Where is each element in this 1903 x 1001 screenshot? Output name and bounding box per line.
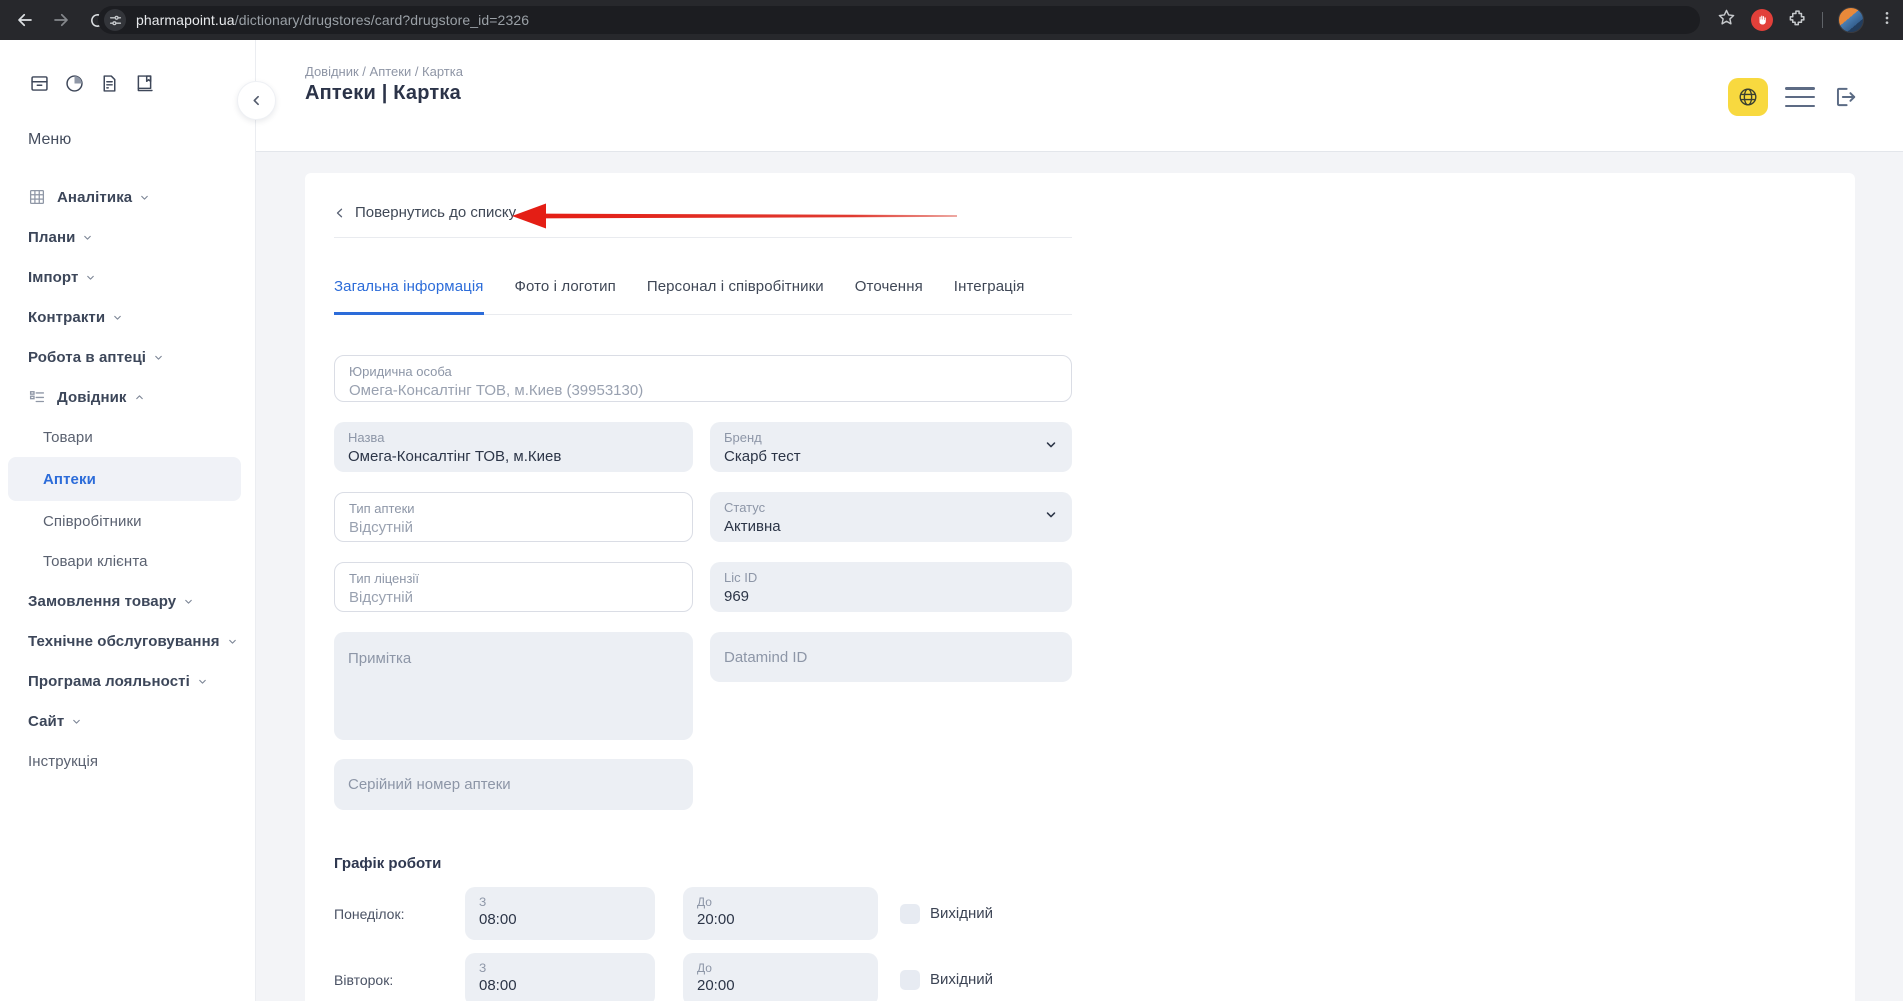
sidebar-item-site[interactable]: Сайт [0, 701, 255, 741]
tab-integration[interactable]: Інтеграція [954, 278, 1025, 314]
chevron-down-icon [153, 352, 164, 363]
hamburger-menu-icon[interactable] [1785, 87, 1815, 107]
browser-profile-avatar[interactable] [1838, 7, 1864, 33]
sidebar-item-pharmacies[interactable]: Аптеки [8, 457, 241, 501]
back-to-list-link[interactable]: Повернутись до списку [334, 204, 554, 221]
tab-general-info[interactable]: Загальна інформація [334, 278, 484, 315]
monday-weekend-checkbox[interactable] [900, 904, 920, 924]
schedule-row-monday: Понеділок: З 08:00 До 20:00 Вихідний [334, 887, 1072, 940]
sidebar-item-pharmacy-work[interactable]: Робота в аптеці [0, 337, 255, 377]
bookmark-star-icon[interactable] [1717, 8, 1736, 32]
logout-icon[interactable] [1832, 84, 1858, 110]
chevron-down-icon [82, 232, 93, 243]
tab-environment[interactable]: Оточення [855, 278, 923, 314]
lic-id-field[interactable]: Lic ID 969 [710, 562, 1072, 612]
datamind-id-field[interactable]: Datamind ID [710, 632, 1072, 682]
main-area: Довідник / Аптеки / Картка Аптеки | Карт… [256, 40, 1903, 1001]
chevron-down-icon [1044, 438, 1058, 457]
tuesday-from-input[interactable]: З 08:00 [465, 953, 655, 1001]
tuesday-to-input[interactable]: До 20:00 [683, 953, 878, 1001]
chevron-left-icon [334, 207, 346, 219]
toolbar-separator [1822, 12, 1823, 28]
pie-chart-icon[interactable] [64, 73, 85, 94]
chevron-down-icon [85, 272, 96, 283]
sidebar-collapse-button[interactable] [237, 81, 276, 120]
sidebar-item-client-products[interactable]: Товари клієнта [0, 541, 255, 581]
menu-title: Меню [28, 131, 71, 149]
browser-toolbar: pharmapoint.ua/dictionary/drugstores/car… [0, 0, 1903, 40]
divider [334, 237, 1072, 238]
name-field[interactable]: Назва Омега-Консалтінг ТОВ, м.Киев [334, 422, 693, 472]
chevron-down-icon [71, 716, 82, 727]
chevron-down-icon [183, 596, 194, 607]
page-title: Аптеки | Картка [305, 82, 461, 105]
tab-personnel[interactable]: Персонал і співробітники [647, 278, 824, 314]
sidebar-nav: Аналітика Плани Імпорт Контракти Робота … [0, 177, 255, 781]
site-settings-icon[interactable] [104, 9, 126, 31]
grid-icon [28, 188, 47, 206]
tuesday-weekend-checkbox[interactable] [900, 970, 920, 990]
archive-icon[interactable] [29, 73, 50, 94]
monday-from-input[interactable]: З 08:00 [465, 887, 655, 940]
sidebar-item-products[interactable]: Товари [0, 417, 255, 457]
sidebar-item-maintenance[interactable]: Технічне обслуговування [0, 621, 255, 661]
serial-number-field[interactable]: Серійний номер аптеки [334, 759, 693, 810]
work-schedule-title: Графік роботи [334, 855, 1072, 872]
schedule-row-tuesday: Вівторок: З 08:00 До 20:00 Вихідний [334, 953, 1072, 1001]
monday-to-input[interactable]: До 20:00 [683, 887, 878, 940]
sidebar-item-import[interactable]: Імпорт [0, 257, 255, 297]
pharmacy-card: Повернутись до списку Загальна інформаці… [305, 173, 1855, 1001]
breadcrumb: Довідник / Аптеки / Картка [305, 64, 463, 79]
sidebar-item-loyalty[interactable]: Програма лояльності [0, 661, 255, 701]
chevron-down-icon [1044, 508, 1058, 527]
browser-forward-icon[interactable] [50, 9, 72, 31]
red-arrow-annotation [510, 201, 960, 231]
sidebar: Меню Аналітика Плани Імпорт Контракти Ро… [0, 40, 256, 1001]
address-bar[interactable]: pharmapoint.ua/dictionary/drugstores/car… [98, 6, 1700, 34]
general-info-form: Юридична особа Омега-Консалтінг ТОВ, м.К… [334, 355, 1072, 1001]
document-icon[interactable] [99, 73, 120, 94]
chevron-up-icon [134, 392, 145, 403]
adblock-extension-icon[interactable] [1751, 9, 1773, 31]
list-icon [28, 388, 47, 406]
note-textarea[interactable]: Примітка [334, 632, 693, 740]
extensions-icon[interactable] [1788, 8, 1807, 32]
pharmacy-type-field[interactable]: Тип аптеки Відсутній [334, 492, 693, 542]
sidebar-item-product-orders[interactable]: Замовлення товару [0, 581, 255, 621]
sidebar-item-analytics[interactable]: Аналітика [0, 177, 255, 217]
tab-bar: Загальна інформація Фото і логотип Персо… [334, 278, 1072, 315]
sidebar-item-dictionary[interactable]: Довідник [0, 377, 255, 417]
book-icon[interactable] [134, 73, 155, 94]
legal-entity-field[interactable]: Юридична особа Омега-Консалтінг ТОВ, м.К… [334, 355, 1072, 402]
app-root: Меню Аналітика Плани Імпорт Контракти Ро… [0, 40, 1903, 1001]
chevron-down-icon [197, 676, 208, 687]
browser-menu-icon[interactable] [1879, 10, 1895, 31]
status-select[interactable]: Статус Активна [710, 492, 1072, 542]
browser-back-icon[interactable] [14, 9, 36, 31]
url-text: pharmapoint.ua/dictionary/drugstores/car… [136, 12, 529, 28]
brand-select[interactable]: Бренд Скарб тест [710, 422, 1072, 472]
license-type-field[interactable]: Тип ліцензії Відсутній [334, 562, 693, 612]
sidebar-item-contracts[interactable]: Контракти [0, 297, 255, 337]
sidebar-item-instruction[interactable]: Інструкція [0, 741, 255, 781]
tab-photo-logo[interactable]: Фото і логотип [515, 278, 616, 314]
chevron-down-icon [112, 312, 123, 323]
sidebar-item-employees[interactable]: Співробітники [0, 501, 255, 541]
app-header: Довідник / Аптеки / Картка Аптеки | Карт… [256, 40, 1903, 152]
chevron-down-icon [139, 192, 150, 203]
sidebar-item-plans[interactable]: Плани [0, 217, 255, 257]
chevron-down-icon [227, 636, 238, 647]
language-globe-button[interactable] [1728, 78, 1768, 116]
